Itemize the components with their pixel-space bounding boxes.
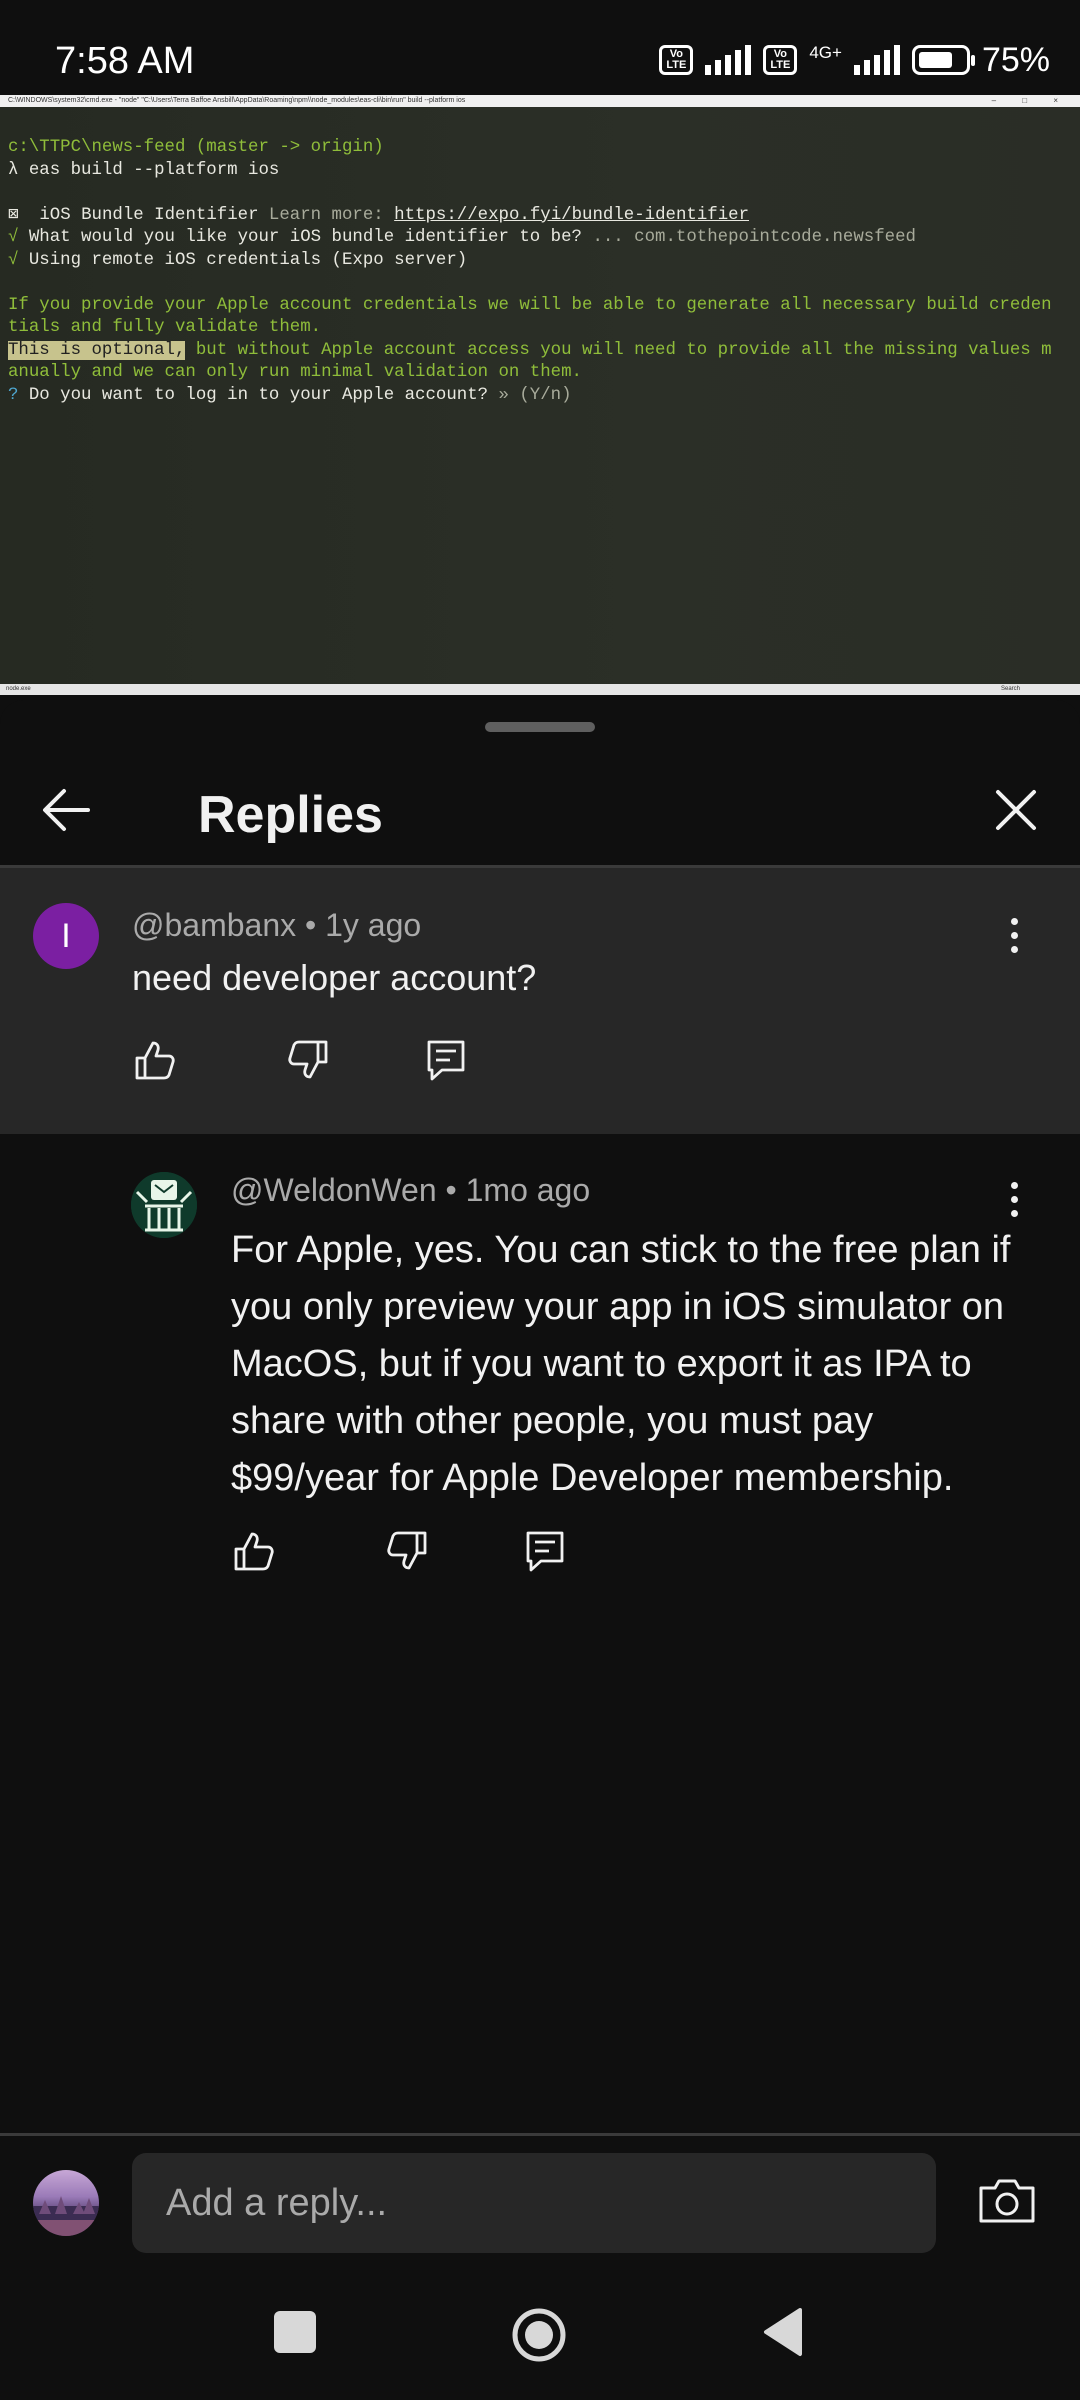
answer-text: ... com.tothepointcode.newsfeed <box>592 228 916 247</box>
terminal-line: tials and fully validate them. <box>8 317 1080 340</box>
reply-composer <box>0 2136 1080 2260</box>
replies-sheet: Replies I @bambanx • 1y ago need develop… <box>0 700 1080 2135</box>
check-mark: √ <box>8 250 19 270</box>
avatar[interactable] <box>33 2170 99 2236</box>
arrow-left-icon <box>43 789 90 831</box>
learn-more-link: https://expo.fyi/bundle-identifier <box>394 205 749 225</box>
info-text: If you provide your Apple account creden… <box>8 295 1052 315</box>
status-bar: 7:58 AM Vo LTE Vo LTE 4G+ 75% <box>0 0 1080 95</box>
parent-comment: I @bambanx • 1y ago need developer accou… <box>0 868 1080 1134</box>
camera-icon <box>979 2179 1035 2223</box>
terminal-line: ? Do you want to log in to your Apple ac… <box>8 385 1080 408</box>
comment-icon[interactable] <box>523 1529 567 1573</box>
terminal-line: λ eas build --platform ios <box>8 160 1080 183</box>
battery-fill <box>918 52 952 68</box>
hint-text: » (Y/n) <box>498 385 572 405</box>
terminal-line: ⊠ iOS Bundle Identifier Learn more: http… <box>8 205 1080 228</box>
sheet-header: Replies <box>0 760 1080 865</box>
check-mark: √ <box>8 228 19 247</box>
bundle-label: ⊠ iOS Bundle Identifier <box>8 205 259 225</box>
thumbs-down-icon[interactable] <box>386 1529 430 1573</box>
question-mark: ? <box>8 385 19 405</box>
comment-icon[interactable] <box>424 1038 468 1082</box>
terminal-statusbar: node.exe Search <box>0 684 1080 695</box>
back-button[interactable] <box>36 780 96 840</box>
meta-separator: • <box>436 1172 466 1208</box>
terminal-line: √ Using remote iOS credentials (Expo ser… <box>8 250 1080 273</box>
question-text: Using remote iOS credentials (Expo serve… <box>18 250 468 270</box>
camera-button[interactable] <box>977 2176 1037 2226</box>
volte-badge-1: Vo LTE <box>659 45 694 75</box>
comment-meta: @bambanx • 1y ago <box>132 907 421 944</box>
close-icon <box>996 790 1036 830</box>
info-text: tials and fully validate them. <box>8 318 322 337</box>
avatar-image <box>131 1172 197 1238</box>
thumbs-up-icon[interactable] <box>231 1529 275 1573</box>
terminal-line: c:\TTPC\news-feed (master -> origin) <box>8 137 1080 160</box>
video-player[interactable]: C:\WINDOWS\system32\cmd.exe - "node" "C:… <box>0 95 1080 695</box>
home-button[interactable] <box>511 2307 567 2363</box>
avatar-image <box>33 2196 99 2236</box>
battery-percent: 75% <box>981 40 1050 79</box>
prompt-path: c:\TTPC\news-feed (master -> origin) <box>8 138 384 157</box>
comment-text: For Apple, yes. You can stick to the fre… <box>231 1229 1011 1499</box>
more-button[interactable] <box>999 910 1029 960</box>
comment-text: need developer account? <box>132 957 537 998</box>
system-nav-bar <box>0 2260 1080 2400</box>
comment-time: 1y ago <box>325 907 422 943</box>
terminal-titlebar: C:\WINDOWS\system32\cmd.exe - "node" "C:… <box>0 95 1080 107</box>
highlighted-text: This is optional, <box>8 340 186 360</box>
thumbs-up-icon[interactable] <box>132 1038 176 1082</box>
recents-button[interactable] <box>274 2311 316 2353</box>
comment-author[interactable]: @bambanx <box>132 907 296 943</box>
signal-icon-2 <box>853 45 900 75</box>
question-text: What would you like your iOS bundle iden… <box>18 228 593 247</box>
terminal-line: This is optional, but without Apple acco… <box>8 340 1080 363</box>
reply-comment: @WeldonWen • 1mo ago For Apple, yes. You… <box>0 1134 1080 1734</box>
battery-icon <box>911 45 975 75</box>
sheet-title: Replies <box>198 786 383 844</box>
terminal-line: If you provide your Apple account creden… <box>8 295 1080 318</box>
thumbs-down-icon[interactable] <box>287 1038 331 1082</box>
more-button[interactable] <box>999 1174 1029 1224</box>
statusbar-search: Search <box>1000 686 1020 692</box>
info-text: anually and we can only run minimal vali… <box>8 363 582 382</box>
close-button[interactable] <box>986 780 1046 840</box>
status-time: 7:58 AM <box>55 40 195 82</box>
question-text: Do you want to log in to your Apple acco… <box>18 385 499 405</box>
reply-input[interactable] <box>132 2153 936 2253</box>
avatar[interactable] <box>131 1172 197 1238</box>
avatar[interactable]: I <box>33 903 99 969</box>
command: λ eas build --platform ios <box>8 160 280 180</box>
terminal-output: c:\TTPC\news-feed (master -> origin) λ ea… <box>0 107 1080 684</box>
comment-meta: @WeldonWen • 1mo ago <box>231 1172 590 1209</box>
statusbar-label: node.exe <box>6 686 31 692</box>
volte-badge-2: Vo LTE <box>763 45 798 75</box>
terminal-line: √ What would you like your iOS bundle id… <box>8 227 1080 250</box>
terminal-line: anually and we can only run minimal vali… <box>8 362 1080 385</box>
learn-more: Learn more: <box>258 205 395 225</box>
status-icons: Vo LTE Vo LTE 4G+ 75% <box>659 40 1050 80</box>
meta-separator: • <box>296 907 326 943</box>
comment-author[interactable]: @WeldonWen <box>231 1172 437 1208</box>
info-text: but without Apple account access you wil… <box>185 340 1052 360</box>
system-back-button[interactable] <box>760 2306 804 2358</box>
signal-icon-1 <box>705 45 752 75</box>
comment-time: 1mo ago <box>465 1172 591 1208</box>
terminal-window-controls: – □ × <box>991 96 1070 105</box>
network-type: 4G+ <box>809 42 842 62</box>
drag-handle[interactable] <box>485 722 595 732</box>
